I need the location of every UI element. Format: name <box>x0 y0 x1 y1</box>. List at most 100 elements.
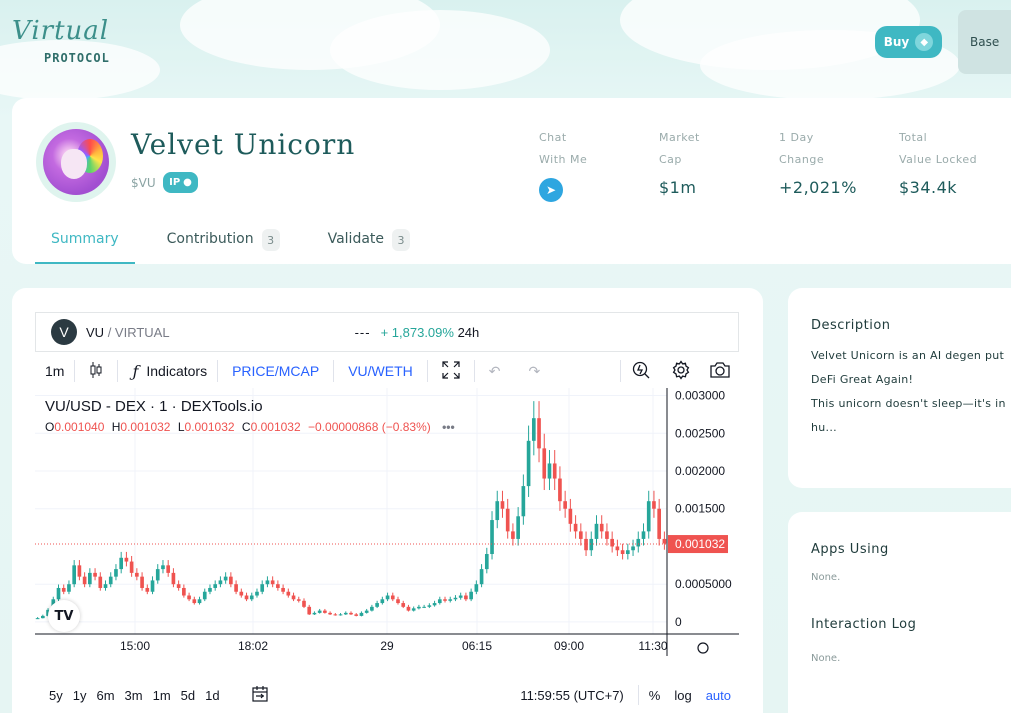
date-range-icon[interactable] <box>250 685 270 706</box>
range-button-5d[interactable]: 5d <box>181 688 195 703</box>
range-button-6m[interactable]: 6m <box>96 688 114 703</box>
indicators-label: Indicators <box>146 363 208 379</box>
candle-body <box>291 595 296 600</box>
price-mcap-toggle[interactable]: PRICE/MCAP <box>218 356 333 386</box>
axis-settings-icon[interactable] <box>697 642 709 654</box>
candle-body <box>364 610 369 613</box>
stat-label: Cap <box>659 153 682 166</box>
candle-body <box>646 501 651 532</box>
last-price-label: 0.001032 <box>675 537 725 551</box>
candle-body <box>208 587 212 592</box>
tab-contribution[interactable]: Contribution 3 <box>167 226 280 264</box>
candle-body <box>302 600 306 607</box>
redo-button[interactable]: ↷ <box>515 356 555 386</box>
candle-body <box>662 538 667 544</box>
candle-body <box>61 587 66 592</box>
pair-change-value: + 1,873.09% <box>380 324 454 340</box>
stat-label: With Me <box>539 153 588 166</box>
stat-label: Chat <box>539 131 567 144</box>
candle-body <box>328 612 332 615</box>
pair-change: + 1,873.09% 24h <box>381 325 480 340</box>
tradingview-logo[interactable]: TV <box>48 600 80 632</box>
candle-body <box>202 591 207 600</box>
snapshot-button[interactable] <box>701 356 739 386</box>
candle-body <box>479 569 484 585</box>
undo-button[interactable]: ↶ <box>475 356 515 386</box>
tab-count: 3 <box>392 229 411 251</box>
chart-legend-title: VU/USD - DEX · 1 · DEXTools.io <box>45 398 263 415</box>
apps-card: Apps Using None. Interaction Log None. <box>788 512 1011 713</box>
pair-price-placeholder: --- <box>354 324 371 340</box>
candle-body <box>349 612 353 615</box>
candle-body <box>432 603 437 606</box>
background-clouds <box>0 0 1011 110</box>
x-tick-label: 15:00 <box>120 639 150 653</box>
apps-using-title: Apps Using <box>811 542 889 557</box>
candle-body <box>312 612 317 615</box>
fullscreen-button[interactable] <box>428 356 474 386</box>
candle-body <box>333 614 338 616</box>
candle-body <box>218 580 223 585</box>
network-base-button[interactable]: Base <box>958 10 1011 74</box>
range-button-1y[interactable]: 1y <box>73 688 87 703</box>
percent-toggle[interactable]: % <box>649 688 661 703</box>
candle-body <box>182 587 186 596</box>
telegram-icon[interactable]: ➤ <box>539 178 563 202</box>
log-toggle[interactable]: log <box>674 688 691 703</box>
tab-summary[interactable]: Summary <box>35 226 135 264</box>
candle-body <box>244 595 249 600</box>
redo-icon: ↷ <box>528 362 541 379</box>
description-line: This unicorn doesn't sleep—it's in <box>811 397 1006 410</box>
more-icon[interactable]: ••• <box>442 420 455 434</box>
tab-validate[interactable]: Validate 3 <box>328 226 411 264</box>
quick-search-button[interactable] <box>621 356 661 386</box>
candle-body <box>657 508 661 539</box>
pair-toggle[interactable]: VU/WETH <box>334 356 427 386</box>
pair-toggle-label: VU/WETH <box>348 363 413 379</box>
candle-body <box>584 538 588 551</box>
candle-body <box>370 606 374 611</box>
candle-body <box>500 501 505 509</box>
candle-body <box>229 576 233 585</box>
candle-body <box>469 591 473 600</box>
x-tick-label: 18:02 <box>238 639 268 653</box>
x-tick-label: 29 <box>380 639 394 653</box>
x-tick-label: 11:30 <box>638 639 667 653</box>
range-button-5y[interactable]: 5y <box>49 688 63 703</box>
candle-body <box>495 501 500 521</box>
ip-badge[interactable]: IP ● <box>163 172 198 193</box>
candle-type-button[interactable] <box>75 356 117 386</box>
stat-value: $1m <box>659 178 697 197</box>
candle-body <box>401 603 406 607</box>
agent-name: Velvet Unicorn <box>131 128 356 161</box>
pair-header: V VU / VIRTUAL --- + 1,873.09% 24h <box>35 312 739 352</box>
range-button-1d[interactable]: 1d <box>205 688 219 703</box>
candle-body <box>521 486 526 517</box>
auto-toggle[interactable]: auto <box>706 688 731 703</box>
logo-subtitle: PROTOCOL <box>44 51 110 65</box>
candle-body <box>296 599 301 601</box>
candle-body <box>286 591 291 596</box>
settings-button[interactable] <box>661 356 701 386</box>
stat-label: Market <box>659 131 700 144</box>
candle-body <box>573 523 578 532</box>
virtual-protocol-logo[interactable]: Virtual PROTOCOL <box>12 16 142 68</box>
y-tick-label: 0.003000 <box>675 389 725 403</box>
range-button-3m[interactable]: 3m <box>125 688 143 703</box>
range-button-1m[interactable]: 1m <box>153 688 171 703</box>
candle-body <box>526 440 531 487</box>
y-tick-label: 0.002000 <box>675 464 725 478</box>
avatar <box>36 122 116 202</box>
candle-body <box>255 591 259 596</box>
candle-body <box>35 618 40 620</box>
interval-button[interactable]: 1m <box>35 356 74 386</box>
candle-body <box>380 599 385 604</box>
search-icon <box>631 360 651 383</box>
candle-body <box>552 463 557 479</box>
y-tick-label: 0.0005000 <box>675 577 732 591</box>
indicators-button[interactable]: ƒ Indicators <box>118 356 217 386</box>
buy-button[interactable]: Buy ◆ <box>875 26 942 58</box>
candle-body <box>213 584 218 588</box>
candle-body <box>140 576 144 588</box>
interval-label: 1m <box>45 363 65 379</box>
